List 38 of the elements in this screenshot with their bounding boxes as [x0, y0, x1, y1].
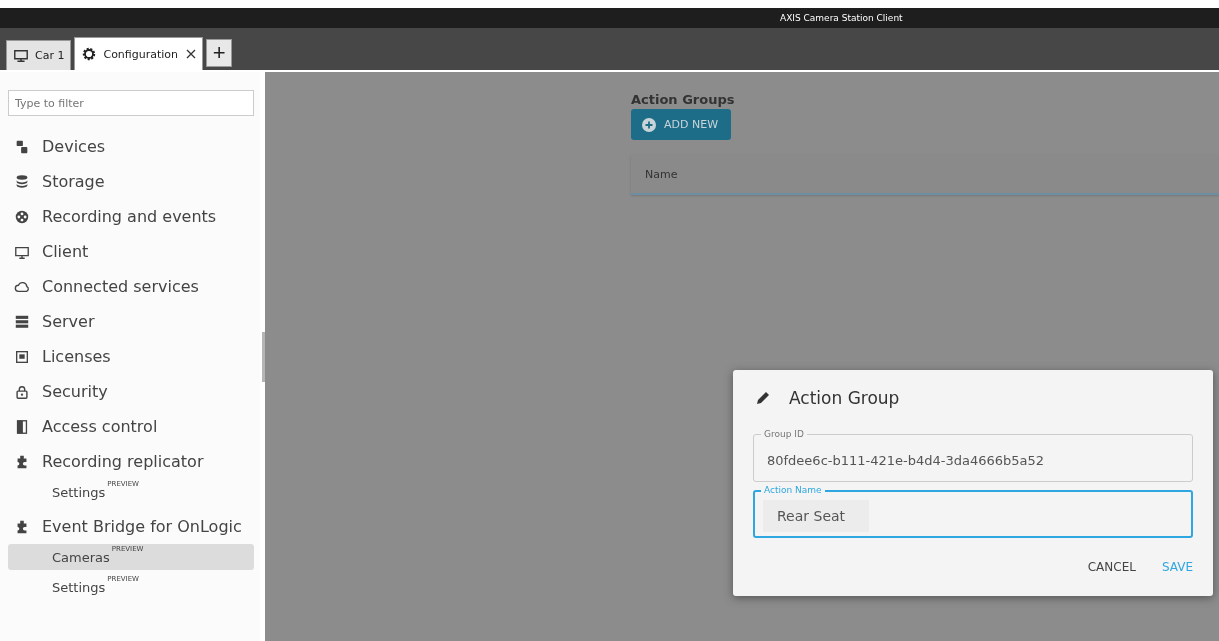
plus-circle-icon — [642, 117, 656, 132]
film-reel-icon — [14, 208, 30, 225]
sidebar-item[interactable]: Access control — [8, 409, 254, 444]
field-value: 80fdee6c-b111-421e-b4d4-3da4666b5a52 — [767, 452, 1045, 468]
new-tab-button[interactable]: + — [206, 39, 233, 67]
filter-field[interactable]: Type to filter — [8, 90, 254, 116]
database-icon — [14, 173, 30, 190]
close-icon[interactable] — [186, 49, 197, 59]
sidebar-item[interactable]: Security — [8, 374, 254, 409]
column-header: Name — [645, 167, 678, 181]
monitor-icon — [13, 47, 29, 64]
gear-icon — [81, 46, 98, 62]
sidebar-item[interactable]: Storage — [8, 164, 254, 199]
server-icon — [14, 313, 30, 330]
window-title: AXIS Camera Station Client — [780, 13, 903, 23]
sidebar-item[interactable]: Recording replicator — [8, 444, 254, 479]
sidebar-item[interactable]: Licenses — [8, 339, 254, 374]
license-icon — [14, 348, 30, 365]
splitter-handle[interactable] — [262, 331, 265, 382]
dialog-title: Action Group — [789, 388, 900, 408]
field-label: Group ID — [761, 428, 807, 440]
door-icon — [14, 418, 30, 435]
devices-icon — [14, 138, 30, 155]
cancel-button[interactable]: CANCEL — [1081, 556, 1142, 578]
tab[interactable]: Car 1 — [6, 40, 72, 70]
tab[interactable]: Configuration — [74, 37, 204, 70]
sidebar-item[interactable]: Event Bridge for OnLogic — [8, 509, 254, 544]
pencil-icon — [755, 390, 771, 406]
sidebar-item[interactable]: Recording and events — [8, 199, 254, 234]
section-heading: Action Groups — [631, 92, 735, 107]
add-new-button[interactable]: ADD NEW — [631, 109, 732, 140]
padlock-icon — [14, 383, 30, 400]
field-value: Rear Seat — [763, 500, 870, 532]
sidebar-item[interactable]: Server — [8, 304, 254, 339]
field-label: Action Name — [761, 484, 825, 496]
sidebar-item[interactable]: Connected services — [8, 269, 254, 304]
sidebar-item[interactable]: Client — [8, 234, 254, 269]
sidebar-item[interactable]: Devices — [8, 129, 254, 164]
